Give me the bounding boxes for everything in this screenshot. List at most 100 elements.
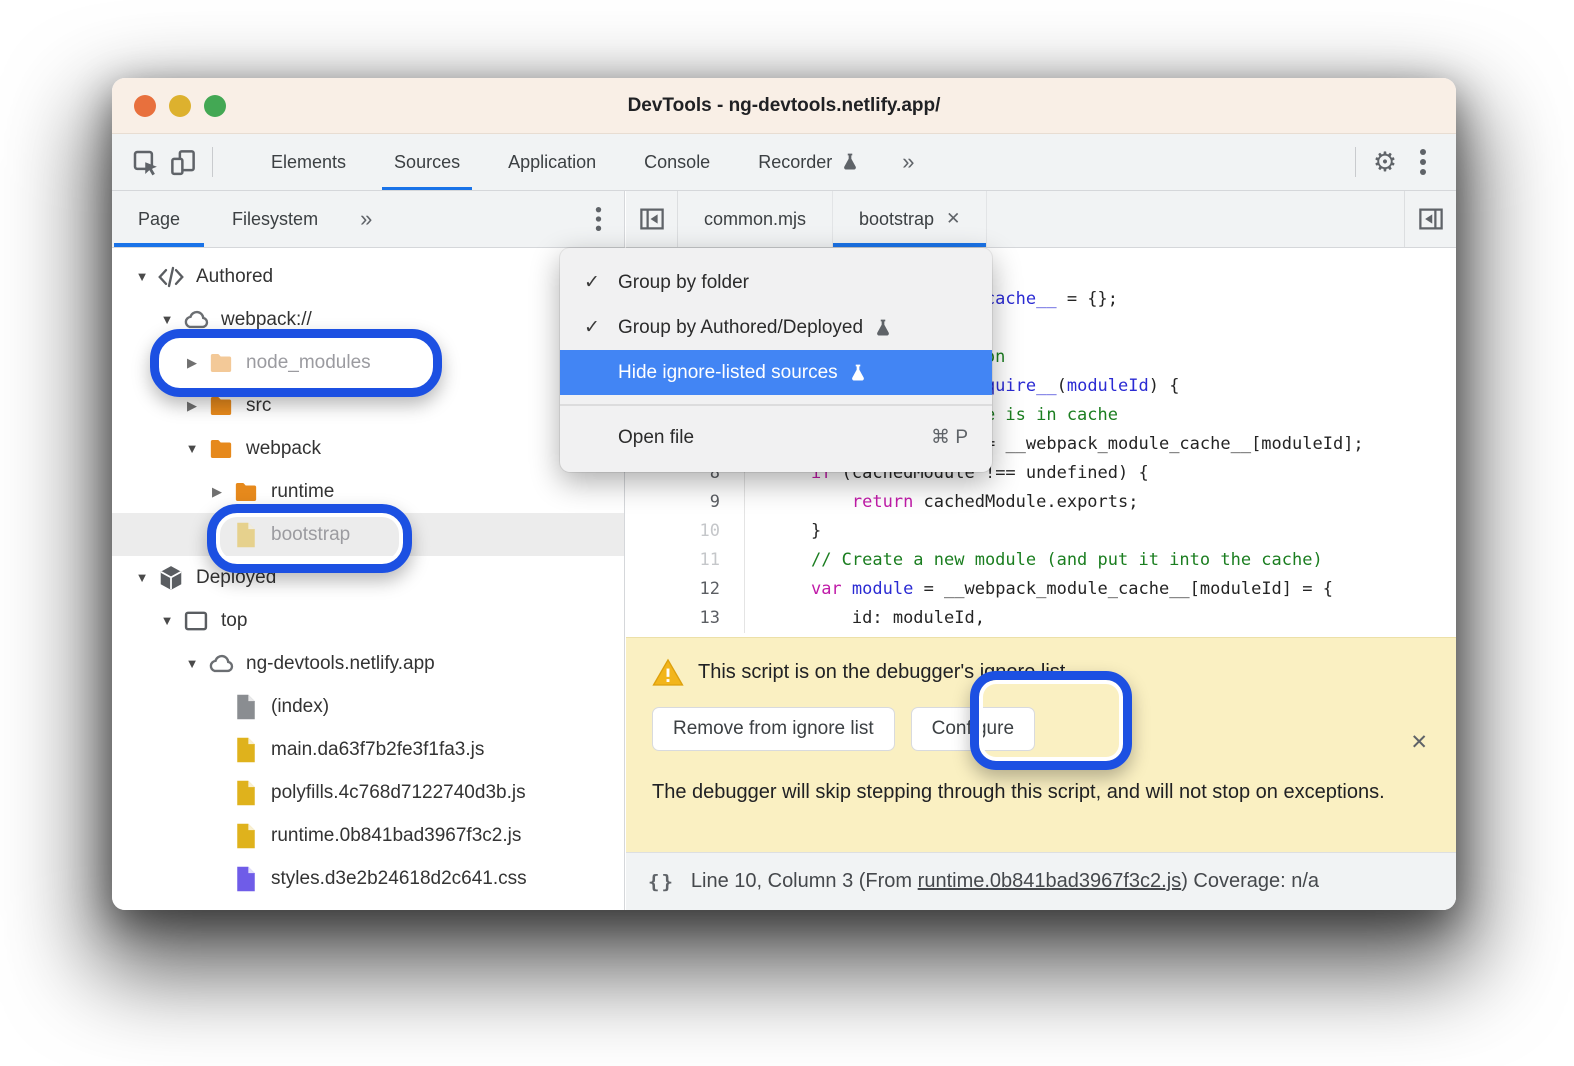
tree-item-authored[interactable]: ▼Authored <box>112 255 624 298</box>
zoom-window-button[interactable] <box>204 95 226 117</box>
tab-recorder[interactable]: Recorder <box>734 134 884 190</box>
tab-console[interactable]: Console <box>620 134 734 190</box>
banner-title-row: This script is on the debugger's ignore … <box>652 658 1430 687</box>
tree-item-label: webpack:// <box>221 309 312 331</box>
tree-collapsed-arrow-icon[interactable]: ▶ <box>205 484 229 500</box>
code-line-text: // Create a new module (and put it into … <box>745 546 1323 575</box>
code-line-text: var module = __webpack_module_cache__[mo… <box>745 575 1333 604</box>
devtools-window: DevTools - ng-devtools.netlify.app/ Elem… <box>112 78 1456 910</box>
menu-item-open-file[interactable]: Open file⌘ P <box>560 415 992 460</box>
tab-label: Recorder <box>758 152 832 173</box>
code-line-text: id: moduleId, <box>745 604 985 633</box>
tree-item-node-modules[interactable]: ▶ node_modules <box>112 341 624 384</box>
inspect-icon[interactable] <box>126 143 164 181</box>
tree-expanded-arrow-icon[interactable]: ▼ <box>155 312 179 327</box>
show-debugger-sidebar-icon[interactable] <box>1404 191 1456 247</box>
code-token: var <box>811 579 852 599</box>
folder-icon <box>231 477 261 507</box>
tree-item-label: webpack <box>246 438 321 460</box>
sidebar-tab-page[interactable]: Page <box>112 191 206 247</box>
file-icon <box>231 778 261 808</box>
banner-buttons: Remove from ignore list Configure <box>652 707 1430 751</box>
tree-item-runtime-js[interactable]: runtime.0b841bad3967f3c2.js <box>112 814 624 857</box>
navigator-kebab-menu-icon[interactable] <box>595 205 602 233</box>
tab-elements[interactable]: Elements <box>247 134 370 190</box>
tree-expanded-arrow-icon[interactable]: ▼ <box>130 269 154 284</box>
code-token: ) { <box>1149 376 1180 396</box>
coverage-status: Coverage: n/a <box>1193 870 1319 892</box>
tab-label: Console <box>644 152 710 173</box>
window-titlebar: DevTools - ng-devtools.netlify.app/ <box>112 78 1456 134</box>
tree-expanded-arrow-icon[interactable]: ▼ <box>180 441 204 456</box>
tree-item-netlify-origin[interactable]: ▼ng-devtools.netlify.app <box>112 642 624 685</box>
navigator-more-tabs-icon[interactable]: » <box>344 206 388 232</box>
line-number[interactable]: 12 <box>626 575 745 604</box>
close-banner-icon[interactable]: ✕ <box>1410 730 1428 755</box>
line-number[interactable]: 9 <box>626 488 745 517</box>
tree-item-label: node_modules <box>246 352 371 374</box>
menu-item-group-by-folder[interactable]: ✓Group by folder <box>560 260 992 305</box>
tree-expanded-arrow-icon[interactable]: ▼ <box>180 656 204 671</box>
editor-tab-bootstrap[interactable]: bootstrap ✕ <box>833 191 987 247</box>
code-token <box>770 608 852 628</box>
navigator-header: Page Filesystem » <box>112 191 625 248</box>
tree-item-main-js[interactable]: main.da63f7b2fe3f1fa3.js <box>112 728 624 771</box>
tab-sources[interactable]: Sources <box>370 134 484 190</box>
line-number[interactable]: 10 <box>626 517 745 546</box>
tree-item-label: polyfills.4c768d7122740d3b.js <box>271 782 526 804</box>
tree-item-top-frame[interactable]: ▼top <box>112 599 624 642</box>
file-icon <box>231 864 261 894</box>
folder-icon <box>206 348 236 378</box>
minimize-window-button[interactable] <box>169 95 191 117</box>
tree-item-styles-css[interactable]: styles.d3e2b24618d2c641.css <box>112 857 624 900</box>
sidebar-tab-label: Page <box>138 209 180 230</box>
menu-item-group-by-authored-deployed[interactable]: ✓Group by Authored/Deployed <box>560 305 992 350</box>
more-panels-icon[interactable]: » <box>884 149 932 175</box>
tree-expanded-arrow-icon[interactable]: ▼ <box>130 570 154 585</box>
tree-item-label: main.da63f7b2fe3f1fa3.js <box>271 739 484 761</box>
gear-icon[interactable]: ⚙ <box>1366 143 1404 181</box>
tree-item-deployed[interactable]: ▼Deployed <box>112 556 624 599</box>
sidebar-tab-label: Filesystem <box>232 209 318 230</box>
remove-from-ignore-list-button[interactable]: Remove from ignore list <box>652 707 895 751</box>
tree-expanded-arrow-icon[interactable]: ▼ <box>155 613 179 628</box>
editor-tab-strip: common.mjs bootstrap ✕ <box>678 191 987 247</box>
menu-item-label: Hide ignore-listed sources <box>618 362 838 384</box>
tree-collapsed-arrow-icon[interactable]: ▶ <box>180 398 204 414</box>
device-toolbar-icon[interactable] <box>164 143 202 181</box>
configure-button[interactable]: Configure <box>911 707 1035 751</box>
menu-item-label: Open file <box>618 427 694 449</box>
hide-navigator-icon[interactable] <box>626 191 678 247</box>
code-token: module <box>852 579 913 599</box>
banner-title: This script is on the debugger's ignore … <box>698 661 1065 684</box>
close-tab-icon[interactable]: ✕ <box>946 209 960 229</box>
close-window-button[interactable] <box>134 95 156 117</box>
editor-tab-common-mjs[interactable]: common.mjs <box>678 191 833 247</box>
kebab-menu-icon[interactable] <box>1404 143 1442 181</box>
cloud-icon <box>206 649 236 679</box>
sidebar-tab-filesystem[interactable]: Filesystem <box>206 191 344 247</box>
mapped-source-link[interactable]: runtime.0b841bad3967f3c2.js <box>918 870 1182 892</box>
code-token: = __webpack_module_cache__[moduleId]; <box>975 434 1364 454</box>
tree-item-webpack-scheme[interactable]: ▼ webpack:// <box>112 298 624 341</box>
line-number[interactable]: 11 <box>626 546 745 575</box>
tree-item-webpack-folder[interactable]: ▼ webpack <box>112 427 624 470</box>
menu-item-hide-ignore-listed-sources[interactable]: Hide ignore-listed sources <box>560 350 992 395</box>
editor-tab-label: bootstrap <box>859 209 934 230</box>
tree-item-index-file[interactable]: (index) <box>112 685 624 728</box>
check-icon: ✓ <box>584 271 618 294</box>
line-number[interactable]: 13 <box>626 604 745 633</box>
tree-item-polyfills-js[interactable]: polyfills.4c768d7122740d3b.js <box>112 771 624 814</box>
tree-item-runtime-folder[interactable]: ▶runtime <box>112 470 624 513</box>
folder-icon <box>206 391 236 421</box>
tree-collapsed-arrow-icon[interactable]: ▶ <box>180 355 204 371</box>
tree-item-bootstrap-file[interactable]: bootstrap <box>112 513 624 556</box>
tree-item-src[interactable]: ▶src <box>112 384 624 427</box>
code-token <box>770 579 811 599</box>
cloud-icon <box>181 305 211 335</box>
cursor-position: Line 10, Column 3 (From runtime.0b841bad… <box>691 870 1319 893</box>
file-tree: ▼Authored▼webpack://▶node_modules▶src▼we… <box>112 248 625 910</box>
tab-application[interactable]: Application <box>484 134 620 190</box>
pretty-print-icon[interactable]: {} <box>648 871 675 893</box>
tree-item-label: (index) <box>271 696 329 718</box>
